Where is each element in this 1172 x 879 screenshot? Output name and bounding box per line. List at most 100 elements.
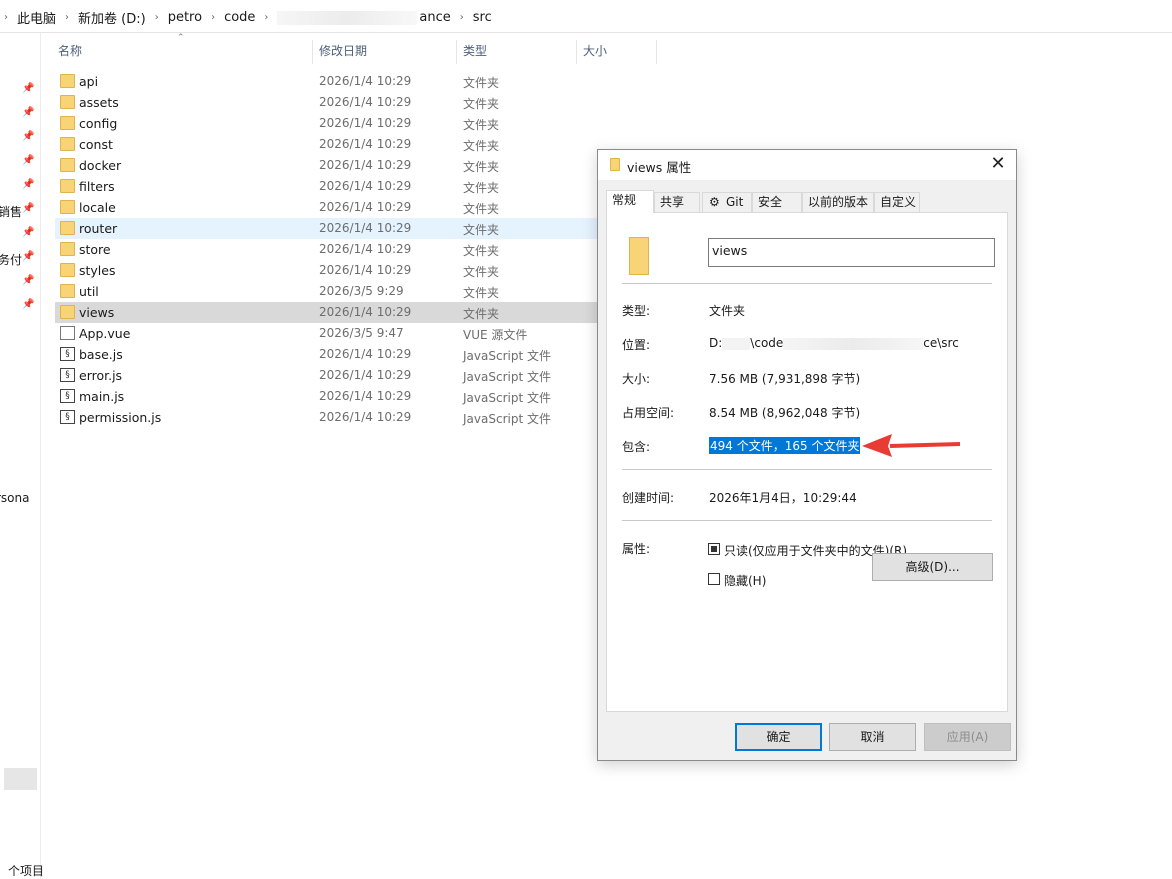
redacted-path <box>722 337 751 350</box>
nav-item-label[interactable]: 务付 <box>0 251 22 268</box>
apply-button[interactable]: 应用(A) <box>924 723 1011 751</box>
folder-icon <box>60 305 75 319</box>
pin-icon: 📌 <box>22 275 35 286</box>
column-divider[interactable] <box>656 40 657 64</box>
js-file-icon: § <box>60 368 75 382</box>
file-date: 2026/1/4 10:29 <box>319 74 412 88</box>
tab-previous-versions[interactable]: 以前的版本 <box>802 192 874 212</box>
folder-icon <box>60 284 75 298</box>
pin-icon: 📌 <box>22 227 35 238</box>
file-row[interactable]: util 2026/3/5 9:29 文件夹 <box>55 281 600 302</box>
crumb-project[interactable]: ance <box>419 10 450 25</box>
file-name: base.js <box>79 347 123 362</box>
properties-dialog[interactable]: views 属性 ✕ 常规 共享 ⚙ Git 安全 以前的版本 自定义 view… <box>597 149 1017 761</box>
file-row[interactable]: filters 2026/1/4 10:29 文件夹 <box>55 176 600 197</box>
folder-icon <box>60 74 75 88</box>
sort-up-icon: ⌃ <box>177 33 185 43</box>
column-header-size[interactable]: 大小 <box>583 40 607 64</box>
advanced-button[interactable]: 高级(D)... <box>872 553 993 581</box>
file-row[interactable]: docker 2026/1/4 10:29 文件夹 <box>55 155 600 176</box>
tab-sharing[interactable]: 共享 <box>654 192 700 212</box>
hidden-checkbox[interactable] <box>708 573 720 585</box>
file-type: 文件夹 <box>463 307 500 321</box>
column-divider[interactable] <box>456 40 457 64</box>
file-name: router <box>79 221 118 236</box>
file-name: api <box>79 74 99 89</box>
size-value: 7.56 MB (7,931,898 字节) <box>709 372 861 386</box>
pin-icon: 📌 <box>22 107 35 118</box>
crumb-drive[interactable]: 新加卷 (D:) <box>78 8 146 27</box>
tab-git[interactable]: ⚙ Git <box>702 192 752 212</box>
chevron-right-icon: › <box>65 12 70 23</box>
file-type: 文件夹 <box>463 160 500 174</box>
file-date: 2026/1/4 10:29 <box>319 410 412 424</box>
divider <box>622 469 992 470</box>
created-value: 2026年1月4日，10:29:44 <box>709 491 857 505</box>
tab-security[interactable]: 安全 <box>752 192 802 212</box>
column-header-type[interactable]: 类型 <box>463 40 487 64</box>
file-name: styles <box>79 263 116 278</box>
address-bar[interactable]: › 此电脑 › 新加卷 (D:) › petro › code › ance ›… <box>0 0 1172 33</box>
git-icon: ⚙ <box>709 195 720 209</box>
file-row[interactable]: App.vue 2026/3/5 9:47 VUE 源文件 <box>55 323 600 344</box>
contains-label: 包含: <box>622 440 651 454</box>
crumb-this-pc[interactable]: 此电脑 <box>17 8 56 27</box>
file-date: 2026/1/4 10:29 <box>319 137 412 151</box>
close-button[interactable]: ✕ <box>988 154 1008 174</box>
js-file-icon: § <box>60 389 75 403</box>
file-type: JavaScript 文件 <box>463 391 551 405</box>
file-row[interactable]: locale 2026/1/4 10:29 文件夹 <box>55 197 600 218</box>
file-row[interactable]: store 2026/1/4 10:29 文件夹 <box>55 239 600 260</box>
dialog-titlebar[interactable]: views 属性 ✕ <box>598 150 1016 180</box>
chevron-right-icon: › <box>211 12 216 23</box>
redacted-crumb <box>277 10 418 25</box>
file-date: 2026/1/4 10:29 <box>319 221 412 235</box>
file-type: VUE 源文件 <box>463 328 528 342</box>
pin-icon: 📌 <box>22 155 35 166</box>
file-date: 2026/1/4 10:29 <box>319 347 412 361</box>
crumb-src[interactable]: src <box>473 10 492 25</box>
tab-customize[interactable]: 自定义 <box>874 192 920 212</box>
breadcrumb: › 此电脑 › 新加卷 (D:) › petro › code › ance ›… <box>4 8 492 27</box>
pin-icon: 📌 <box>22 251 35 262</box>
file-type: 文件夹 <box>463 97 500 111</box>
folder-icon <box>60 221 75 235</box>
file-row[interactable]: assets 2026/1/4 10:29 文件夹 <box>55 92 600 113</box>
nav-item-label[interactable]: rsona <box>0 491 30 505</box>
crumb-code[interactable]: code <box>224 10 255 25</box>
nav-selected-item[interactable] <box>4 768 37 790</box>
folder-name-input[interactable]: views <box>708 238 995 267</box>
column-header-name[interactable]: 名称 <box>58 40 82 64</box>
file-row[interactable]: § main.js 2026/1/4 10:29 JavaScript 文件 <box>55 386 600 407</box>
file-type: 文件夹 <box>463 223 500 237</box>
column-divider[interactable] <box>576 40 577 64</box>
file-row[interactable]: styles 2026/1/4 10:29 文件夹 <box>55 260 600 281</box>
column-header-date[interactable]: 修改日期 <box>319 40 367 64</box>
pin-icon: 📌 <box>22 203 35 214</box>
file-row[interactable]: § error.js 2026/1/4 10:29 JavaScript 文件 <box>55 365 600 386</box>
nav-item-label[interactable]: 销售 <box>0 203 22 220</box>
pin-icon: 📌 <box>22 299 35 310</box>
file-name: views <box>79 305 115 320</box>
file-row-hovered[interactable]: router 2026/1/4 10:29 文件夹 <box>55 218 600 239</box>
hidden-label[interactable]: 隐藏(H) <box>724 572 766 589</box>
file-name: assets <box>79 95 119 110</box>
readonly-checkbox[interactable] <box>708 543 720 555</box>
file-row[interactable]: const 2026/1/4 10:29 文件夹 <box>55 134 600 155</box>
file-row[interactable]: config 2026/1/4 10:29 文件夹 <box>55 113 600 134</box>
file-row[interactable]: § permission.js 2026/1/4 10:29 JavaScrip… <box>55 407 600 428</box>
cancel-button[interactable]: 取消 <box>829 723 916 751</box>
file-name: docker <box>79 158 122 173</box>
column-divider[interactable] <box>312 40 313 64</box>
file-date: 2026/3/5 9:29 <box>319 284 404 298</box>
crumb-petro[interactable]: petro <box>168 10 202 25</box>
navigation-pane[interactable]: 📌 📌 📌 📌 📌 📌 📌 📌 📌 📌 销售 务付 rsona <box>0 33 41 879</box>
file-date: 2026/1/4 10:29 <box>319 389 412 403</box>
tab-general[interactable]: 常规 <box>606 190 654 213</box>
file-row[interactable]: § base.js 2026/1/4 10:29 JavaScript 文件 <box>55 344 600 365</box>
pin-icon: 📌 <box>22 179 35 190</box>
contains-value: 494 个文件，165 个文件夹 <box>709 437 861 454</box>
file-row-selected[interactable]: views 2026/1/4 10:29 文件夹 <box>55 302 600 323</box>
file-row[interactable]: api 2026/1/4 10:29 文件夹 <box>55 71 600 92</box>
ok-button[interactable]: 确定 <box>735 723 822 751</box>
